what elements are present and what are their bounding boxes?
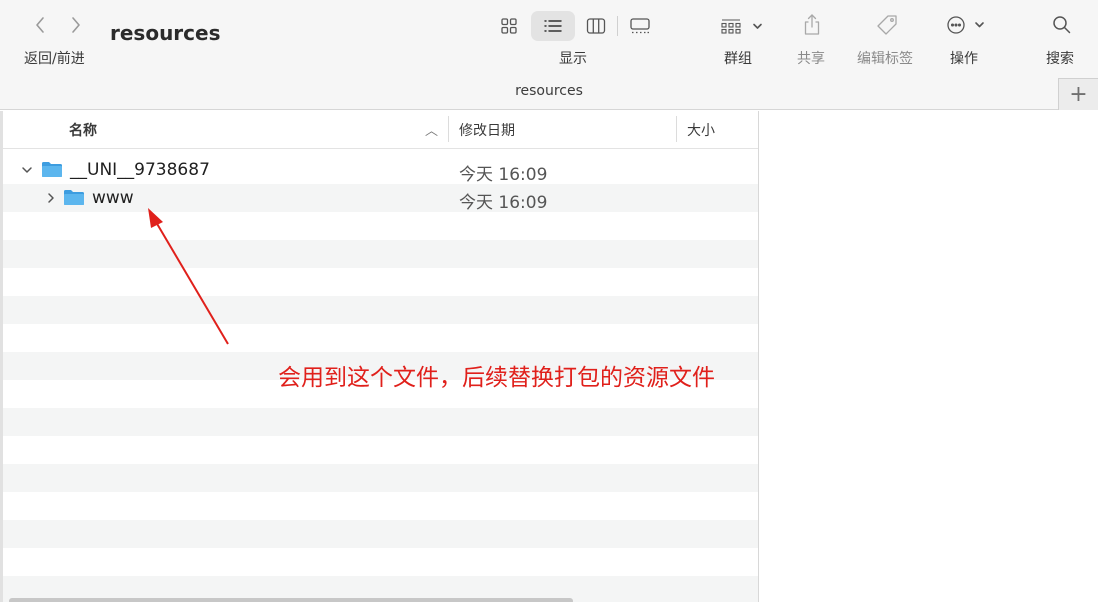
annotation-text: 会用到这个文件，后续替换打包的资源文件: [278, 365, 715, 391]
annotation-arrow: [148, 208, 229, 345]
